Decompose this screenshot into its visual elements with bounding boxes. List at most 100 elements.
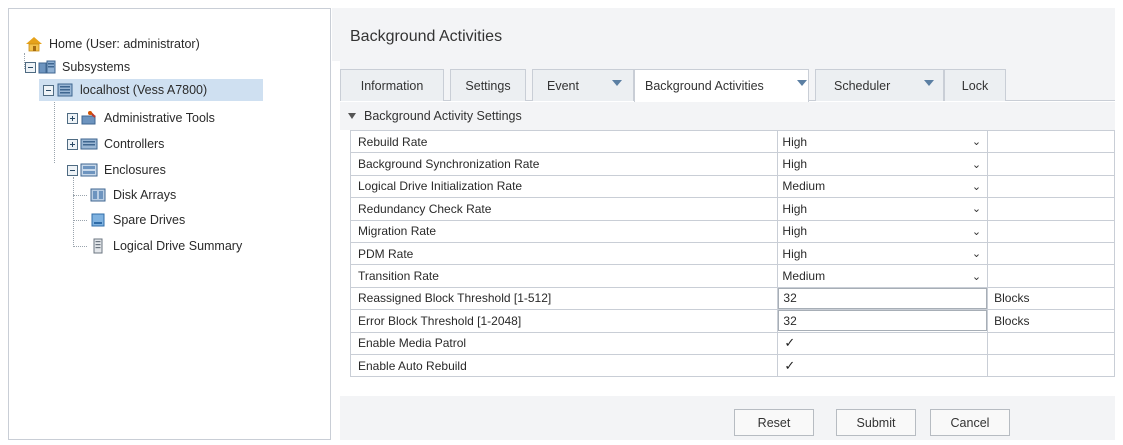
error-block-threshold-input[interactable]: 32 (778, 310, 988, 332)
transition-rate-select[interactable]: Medium ⌄ (778, 265, 988, 287)
tree-item-administrative-tools[interactable]: Administrative Tools (67, 107, 215, 129)
tree-label-controllers: Controllers (104, 137, 165, 151)
table-row: Migration Rate High ⌄ (349, 219, 1115, 243)
tree-item-controllers[interactable]: Controllers (67, 133, 164, 155)
tab-event-label: Event (547, 78, 579, 93)
select-value: Medium (782, 269, 826, 284)
setting-label: Redundancy Check Rate (349, 197, 779, 221)
enable-media-patrol-checkbox[interactable]: ✓ (784, 336, 798, 350)
pdm-rate-select[interactable]: High ⌄ (778, 243, 988, 265)
tools-icon (80, 110, 98, 126)
tree-item-enclosures[interactable]: Enclosures (67, 159, 166, 181)
select-value: High (782, 134, 808, 149)
table-row: Enable Media Patrol ✓ (349, 331, 1115, 355)
tab-background-activities[interactable]: Background Activities (634, 69, 809, 102)
tab-information[interactable]: Information (340, 69, 444, 101)
setting-label: Transition Rate (349, 264, 779, 288)
submit-button[interactable]: Submit (836, 409, 916, 436)
table-row: PDM Rate High ⌄ (349, 241, 1115, 266)
table-row: Error Block Threshold [1-2048] 32 Blocks (349, 309, 1115, 333)
server-icon (56, 82, 74, 98)
tab-scheduler-label: Scheduler (834, 78, 891, 93)
tab-strip: Information Settings Event Background Ac… (340, 61, 1115, 102)
cancel-button[interactable]: Cancel (930, 409, 1010, 436)
setting-label: Rebuild Rate (349, 129, 779, 154)
tree-label-logical-drive-summary: Logical Drive Summary (113, 239, 243, 253)
tree-item-logical-drive-summary[interactable]: Logical Drive Summary (73, 235, 242, 257)
setting-label: Reassigned Block Threshold [1-512] (349, 286, 779, 311)
logical-drive-initialization-rate-select[interactable]: Medium ⌄ (778, 175, 988, 197)
collapse-caret-icon[interactable] (348, 113, 356, 119)
setting-label: Enable Auto Rebuild (349, 353, 779, 378)
setting-label: Logical Drive Initialization Rate (349, 174, 779, 199)
enclosure-icon (80, 162, 98, 178)
collapse-icon[interactable] (25, 61, 36, 73)
chevron-down-icon: ⌄ (971, 225, 982, 238)
tree-item-home[interactable]: Home (User: administrator) (25, 33, 200, 55)
tab-background-activities-label: Background Activities (645, 79, 764, 93)
select-value: High (782, 157, 808, 172)
chevron-down-icon: ⌄ (971, 158, 982, 171)
table-row: Redundancy Check Rate High ⌄ (349, 197, 1115, 221)
setting-label: Enable Media Patrol (349, 331, 779, 355)
subsystem-icon (38, 59, 56, 75)
tree-label-spare-drives: Spare Drives (113, 213, 186, 227)
tab-settings[interactable]: Settings (450, 69, 526, 101)
table-row: Rebuild Rate High ⌄ (349, 129, 1115, 154)
tree-item-disk-arrays[interactable]: Disk Arrays (73, 184, 176, 206)
select-value: Medium (782, 179, 826, 194)
collapse-icon[interactable] (43, 84, 54, 96)
tree-label-administrative-tools: Administrative Tools (104, 111, 215, 125)
reset-button[interactable]: Reset (734, 409, 814, 436)
table-row: Logical Drive Initialization Rate Medium… (349, 174, 1115, 199)
reassigned-block-threshold-input[interactable]: 32 (778, 287, 988, 309)
background-synchronization-rate-select[interactable]: High ⌄ (778, 153, 988, 175)
redundancy-check-rate-select[interactable]: High ⌄ (778, 198, 988, 220)
background-activities-dropdown-icon[interactable] (797, 80, 807, 86)
chevron-down-icon: ⌄ (971, 248, 982, 261)
tree-label-home: Home (User: administrator) (49, 37, 200, 51)
table-row: Reassigned Block Threshold [1-512] 32 Bl… (349, 286, 1115, 311)
setting-label: Migration Rate (349, 219, 779, 243)
page-header: Background Activities (332, 8, 1115, 61)
page-title: Background Activities (350, 28, 503, 45)
enable-auto-rebuild-checkbox[interactable]: ✓ (784, 359, 798, 373)
expand-icon[interactable] (67, 112, 78, 124)
tree-label-subsystems: Subsystems (62, 60, 131, 74)
setting-label: Error Block Threshold [1-2048] (349, 309, 779, 333)
tab-lock[interactable]: Lock (944, 69, 1006, 101)
navigation-tree: Home (User: administrator) Subsystems lo… (8, 8, 331, 440)
section-title: Background Activity Settings (364, 109, 522, 123)
section-header[interactable]: Background Activity Settings (340, 102, 1115, 130)
scheduler-dropdown-icon[interactable] (924, 80, 934, 86)
tree-item-localhost[interactable]: localhost (Vess A7800) (39, 79, 263, 101)
tree-label-enclosures: Enclosures (104, 163, 166, 177)
unit-label: Blocks (987, 309, 1115, 333)
home-icon (25, 36, 43, 52)
table-row: Background Synchronization Rate High ⌄ (349, 152, 1115, 176)
select-value: High (782, 224, 808, 239)
chevron-down-icon: ⌄ (971, 270, 982, 283)
unit-label: Blocks (987, 286, 1115, 311)
tree-item-subsystems[interactable]: Subsystems (25, 56, 130, 78)
select-value: High (782, 201, 808, 216)
table-row: Enable Auto Rebuild ✓ (349, 353, 1115, 378)
event-dropdown-icon[interactable] (612, 80, 622, 86)
chevron-down-icon: ⌄ (971, 203, 982, 216)
settings-table: Rebuild Rate High ⌄ Background Synchroni… (349, 129, 1115, 378)
select-value: High (782, 246, 808, 261)
logical-drive-icon (89, 238, 107, 254)
chevron-down-icon: ⌄ (971, 136, 982, 149)
spare-drive-icon (89, 212, 107, 228)
collapse-icon[interactable] (67, 164, 78, 176)
disk-array-icon (89, 187, 107, 203)
chevron-down-icon: ⌄ (971, 180, 982, 193)
table-row: Transition Rate Medium ⌄ (349, 264, 1115, 288)
migration-rate-select[interactable]: High ⌄ (778, 220, 988, 242)
setting-label: Background Synchronization Rate (349, 152, 779, 176)
rebuild-rate-select[interactable]: High ⌄ (778, 131, 988, 153)
tree-item-spare-drives[interactable]: Spare Drives (73, 209, 185, 231)
tree-label-localhost: localhost (Vess A7800) (80, 83, 208, 97)
expand-icon[interactable] (67, 138, 78, 150)
button-bar: Reset Submit Cancel (340, 396, 1115, 440)
